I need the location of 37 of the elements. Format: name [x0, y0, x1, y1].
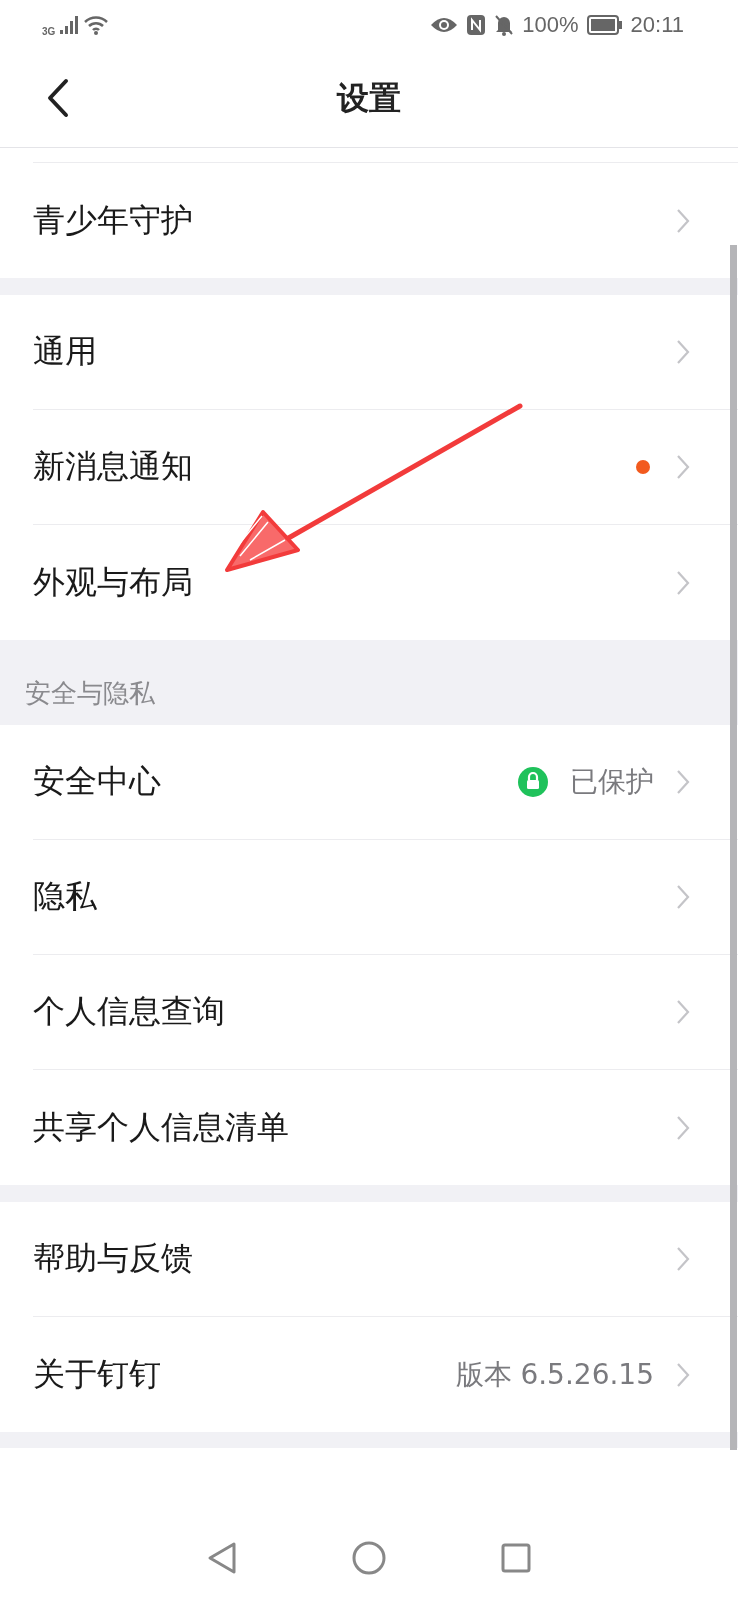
battery-percent: 100%: [522, 12, 579, 38]
back-nav-button[interactable]: [207, 1540, 237, 1575]
signal-icon: [59, 15, 80, 35]
menu-item-label[interactable]: 安全中心: [33, 760, 161, 804]
menu-item-label[interactable]: 隐私: [33, 875, 97, 919]
section-header: 安全与隐私: [24, 677, 156, 710]
bell-off-icon: [494, 14, 515, 36]
chevron-icon: [676, 454, 690, 480]
battery-icon: [586, 15, 623, 35]
chevron-icon: [676, 569, 690, 596]
status-value: 已保护: [570, 764, 654, 800]
eye-icon: [430, 16, 459, 34]
chevron-icon: [676, 207, 690, 234]
page-title: 设置: [337, 77, 401, 119]
menu-item-label[interactable]: 青少年守护: [33, 198, 193, 243]
clock-time: 20:11: [630, 12, 684, 38]
home-nav-button[interactable]: [352, 1540, 386, 1575]
menu-item-label[interactable]: 关于钉钉: [33, 1352, 161, 1397]
wifi-icon: [83, 14, 110, 36]
chevron-icon: [676, 339, 690, 365]
menu-item-label[interactable]: 外观与布局: [33, 560, 193, 605]
lock-icon: [518, 767, 548, 797]
network-label: 3G: [42, 25, 56, 37]
recents-nav-button[interactable]: [501, 1542, 531, 1573]
chevron-icon: [676, 999, 690, 1025]
chevron-icon: [676, 1246, 690, 1272]
menu-item-label[interactable]: 新消息通知: [33, 445, 193, 489]
menu-item-label[interactable]: 个人信息查询: [33, 990, 225, 1034]
chevron-icon: [676, 769, 690, 795]
nfc-icon: [466, 14, 487, 36]
chevron-icon: [676, 884, 690, 910]
version-value: 版本 6.5.26.15: [455, 1356, 654, 1393]
menu-item-label[interactable]: 通用: [33, 330, 97, 374]
chevron-icon: [676, 1114, 690, 1141]
menu-item-label[interactable]: 帮助与反馈: [33, 1237, 193, 1281]
menu-item-label[interactable]: 共享个人信息清单: [33, 1105, 289, 1150]
chevron-icon: [676, 1361, 690, 1388]
